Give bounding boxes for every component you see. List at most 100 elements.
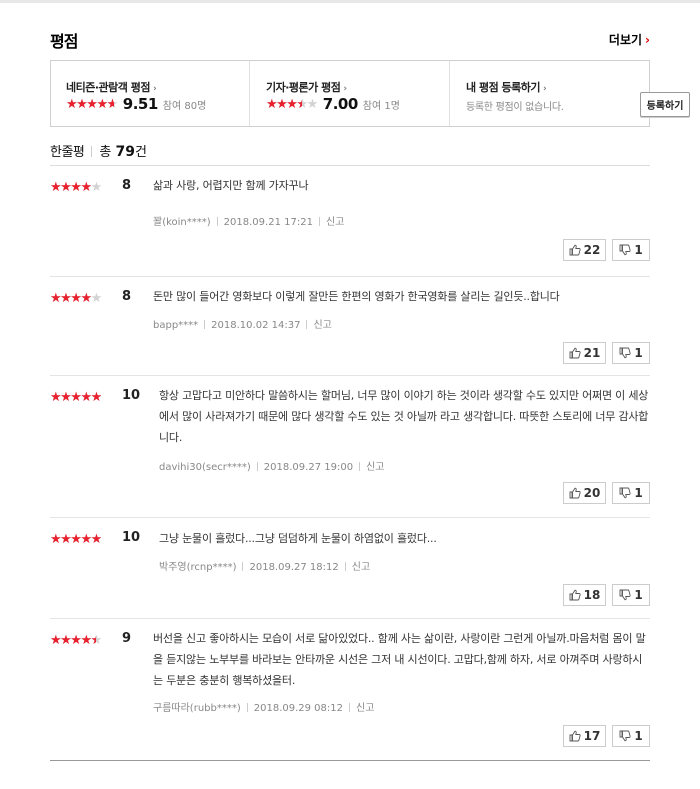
chevron-right-icon: › [543,84,547,94]
my-rating-link[interactable]: 내 평점 등록하기 › [466,79,547,95]
thumbs-down-icon [619,589,631,601]
review-score: 8 [122,178,132,193]
critic-rating-link[interactable]: 기자·평론가 평점 › [266,79,347,95]
like-button[interactable]: 20 [563,482,606,504]
review-date: 2018.09.29 08:12 [253,703,344,714]
review-text: 버선을 신고 좋아하시는 모습이 서로 닮아있었다.. 함께 사는 삶이란, 사… [153,632,646,687]
critic-rating: 기자·평론가 평점› ★★★★★★★★★★ 7.00 참여 1명 [250,61,450,126]
like-count: 21 [583,346,601,360]
report-link[interactable]: 신고 [352,562,370,573]
review-tab-label: 한줄평 [50,145,85,160]
section-title: 평점 [50,32,78,51]
review-meta: 꽐(koin****) 2018.09.21 17:21 신고 [153,213,344,228]
report-link[interactable]: 신고 [356,703,374,714]
thumbs-up-icon [569,589,581,601]
dislike-count: 1 [634,588,643,602]
review-score: 8 [122,289,132,304]
my-rating-label: 내 평점 등록하기 [466,81,541,94]
total-prefix: 총 [99,145,112,160]
review-author[interactable]: 꽐(koin****) [153,217,211,228]
review-meta: davihi30(secr****) 2018.09.27 19:00 신고 [159,458,384,473]
like-count: 22 [583,243,601,257]
my-rating: 내 평점 등록하기 › 등록한 평점이 없습니다. 등록하기 [450,61,690,126]
thumbs-up-icon [569,487,581,499]
review-total-count: 79 [115,144,135,160]
review-item: ★★★★★ ★★★★★ 10 항상 고맙다고 미안하다 말씀하시는 할머님, 너무… [50,376,650,518]
review-star-rating: ★★★★★★★★★★ [50,633,102,648]
no-rating-message: 등록한 평점이 없습니다. [466,102,564,113]
dislike-button[interactable]: 1 [612,239,650,261]
review-item: ★★★★★★★★★★ 8 삶과 사랑, 어렵지만 함께 가자꾸나 꽐(koin*… [50,166,650,277]
critic-rating-label: 기자·평론가 평점 [266,81,341,94]
chevron-right-icon: › [645,33,650,47]
review-star-rating: ★★★★★★★★★★ [50,390,102,405]
netizen-rating-row: ★★★★★ ★★★★★ 9.51 참여 80명 [66,95,206,113]
thumbs-up-icon [569,244,581,256]
like-count: 18 [583,588,601,602]
dislike-count: 1 [634,346,643,360]
dislike-button[interactable]: 1 [612,584,650,606]
thumbs-down-icon [619,347,631,359]
review-author[interactable]: 구름따라(rubb****) [153,703,241,714]
review-text: 돈만 많이 들어간 영화보다 이렇게 잘만든 한편의 영화가 한국영화를 살리는… [153,290,560,303]
thumbs-down-icon [619,730,631,742]
like-count: 20 [583,486,601,500]
dislike-count: 1 [634,486,643,500]
review-date: 2018.09.27 19:00 [263,462,354,473]
netizen-score: 9.51 [122,95,159,113]
like-button[interactable]: 18 [563,584,606,606]
critic-rating-row: ★★★★★★★★★★ 7.00 참여 1명 [266,95,400,113]
netizen-participants: 참여 80명 [162,100,207,112]
thumbs-up-icon [569,347,581,359]
divider [91,146,93,157]
review-meta: 박주영(rcnp****) 2018.09.27 18:12 신고 [159,558,370,573]
review-author[interactable]: bapp**** [153,320,198,331]
dislike-button[interactable]: 1 [612,482,650,504]
like-count: 17 [583,729,601,743]
review-count-header: 한줄평 총 79건 [50,141,650,166]
report-link[interactable]: 신고 [326,217,344,228]
chevron-right-icon: › [343,84,347,94]
more-link[interactable]: 더보기 › [609,31,650,48]
dislike-button[interactable]: 1 [612,342,650,364]
netizen-rating-link[interactable]: 네티즌·관람객 평점 › [66,79,157,95]
review-author[interactable]: davihi30(secr****) [159,462,251,473]
review-star-rating: ★★★★★★★★★★ [50,532,102,547]
review-date: 2018.09.21 17:21 [223,217,313,228]
review-text: 삶과 사랑, 어렵지만 함께 가자꾸나 [153,179,309,192]
top-border [0,0,700,3]
thumbs-down-icon [619,244,631,256]
review-item: ★★★★★ ★★★★★ 10 그냥 눈물이 흘렀다...그냥 덤덤하게 눈물이 하… [50,518,650,619]
review-star-rating: ★★★★★★★★★★ [50,291,102,306]
netizen-rating: 네티즌·관람객 평점 › ★★★★★ ★★★★★ 9.51 참여 80명 [51,61,250,126]
bottom-divider [50,760,650,761]
review-score: 9 [122,631,132,646]
dislike-count: 1 [634,729,643,743]
chevron-right-icon: › [152,84,157,94]
review-meta: 구름따라(rubb****) 2018.09.29 08:12 신고 [153,699,374,714]
thumbs-down-icon [619,487,631,499]
review-score: 10 [122,388,141,403]
critic-participants: 참여 1명 [362,100,400,112]
register-rating-button[interactable]: 등록하기 [640,92,690,117]
report-link[interactable]: 신고 [313,320,331,331]
report-link[interactable]: 신고 [366,462,384,473]
review-date: 2018.09.27 18:12 [249,562,339,573]
review-text: 그냥 눈물이 흘렀다...그냥 덤덤하게 눈물이 하염없이 흘렀다... [159,532,437,545]
like-button[interactable]: 22 [563,239,606,261]
review-item: ★★★★★ ★★★★★ 9 버선을 신고 좋아하시는 모습이 서로 닮아있었다..… [50,619,650,760]
like-button[interactable]: 21 [563,342,606,364]
review-item: ★★★★★★★★★★ 8 돈만 많이 들어간 영화보다 이렇게 잘만든 한편의 … [50,277,650,376]
review-author[interactable]: 박주영(rcnp****) [159,562,236,573]
rating-summary: 네티즌·관람객 평점 › ★★★★★ ★★★★★ 9.51 참여 80명 기자·평론… [50,60,690,127]
review-star-rating: ★★★★★★★★★★ [50,180,102,195]
netizen-rating-label: 네티즌·관람객 평점 [66,81,150,94]
review-score: 10 [122,530,141,545]
like-button[interactable]: 17 [563,725,606,747]
review-date: 2018.10.02 14:37 [211,320,301,331]
more-label: 더보기 [608,33,643,47]
dislike-button[interactable]: 1 [612,725,650,747]
netizen-star-rating: ★★★★★ ★★★★★ [66,96,118,112]
critic-score: 7.00 [322,95,359,113]
review-meta: bapp**** 2018.10.02 14:37 신고 [153,316,332,331]
